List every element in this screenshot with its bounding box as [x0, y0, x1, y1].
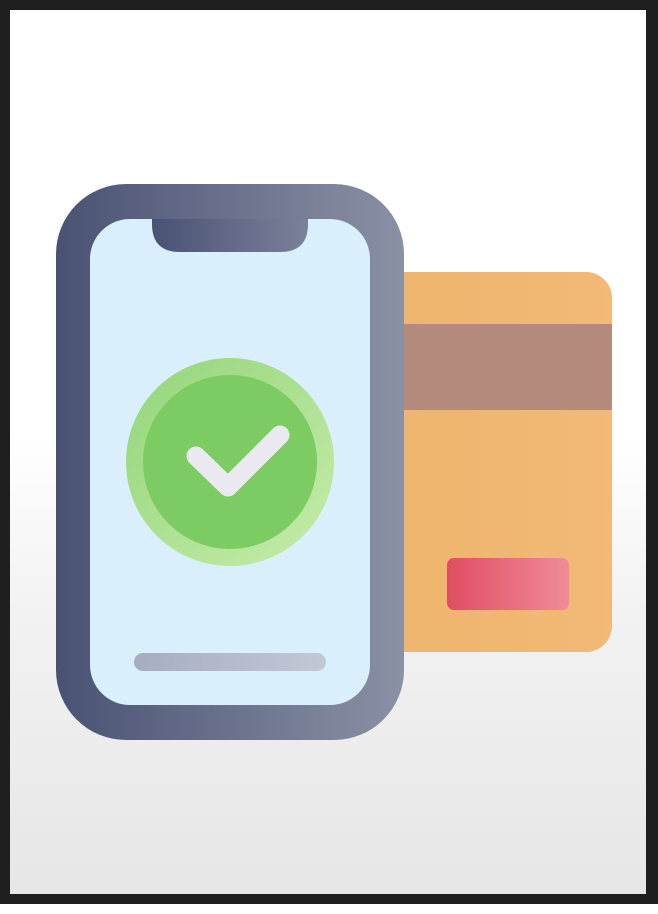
home-indicator [134, 653, 326, 671]
check-icon [126, 358, 334, 566]
payment-illustration [56, 184, 612, 740]
check-inner-circle [143, 375, 317, 549]
picture-frame [0, 0, 658, 904]
phone-notch [152, 219, 308, 252]
card-chip [447, 558, 569, 610]
